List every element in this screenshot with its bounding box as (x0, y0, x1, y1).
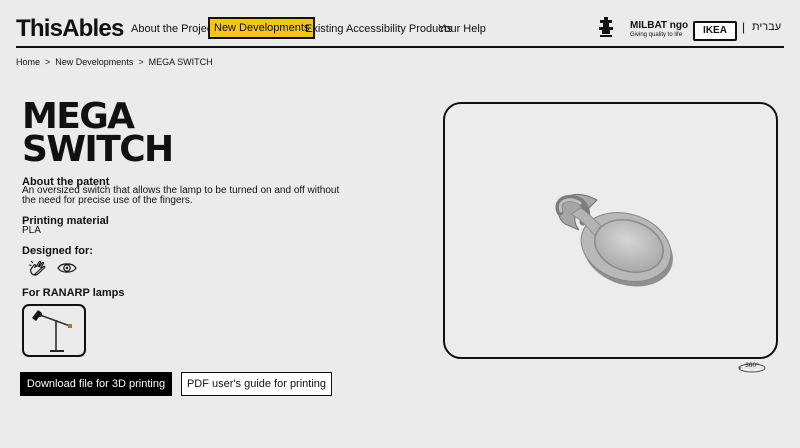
nav-your-help[interactable]: Your Help (438, 19, 486, 39)
partner-ikea-logo[interactable]: IKEA (693, 21, 737, 41)
site-logo[interactable]: ThisAbles (16, 14, 124, 44)
header-divider (16, 46, 784, 48)
site-header: ThisAbles About the Project New Developm… (0, 0, 800, 48)
designed-for-heading: Designed for: (22, 245, 93, 257)
milbat-tagline: Giving quality to life (630, 32, 683, 38)
partner-milbat-logo[interactable]: MILBAT ngo Giving quality to life (630, 20, 688, 39)
breadcrumb-new-developments[interactable]: New Developments (55, 57, 133, 67)
breadcrumb: Home > New Developments > MEGA SWITCH (16, 55, 213, 69)
lamp-thumbnail-card[interactable] (22, 304, 86, 357)
breadcrumb-separator: > (138, 57, 144, 67)
pdf-guide-button[interactable]: PDF user's guide for printing (181, 372, 332, 396)
model-viewer[interactable] (443, 102, 778, 359)
rotate-360-label: 360° (745, 361, 759, 369)
partner-emblem-logo[interactable] (598, 17, 614, 39)
breadcrumb-current: MEGA SWITCH (148, 57, 213, 67)
header-separator: | (742, 20, 746, 34)
lamp-model-heading: For RANARP lamps (22, 287, 125, 299)
download-3d-file-button[interactable]: Download file for 3D printing (20, 372, 172, 396)
emblem-icon (599, 17, 613, 37)
about-text: An oversized switch that allows the lamp… (22, 185, 340, 206)
nav-new-developments[interactable]: New Developments (208, 17, 316, 39)
ranarp-lamp-icon (32, 310, 72, 352)
hand-icon (28, 260, 46, 276)
language-switch[interactable]: עברית (752, 21, 781, 33)
breadcrumb-home[interactable]: Home (16, 57, 40, 67)
rotate-360-icon[interactable]: 360° (737, 360, 767, 374)
switch-3d-model (555, 193, 673, 287)
material-value: PLA (22, 225, 41, 236)
breadcrumb-separator: > (45, 57, 51, 67)
nav-about-the-project[interactable]: About the Project (131, 19, 215, 39)
eye-icon (57, 263, 77, 273)
milbat-name: MILBAT ngo (630, 20, 689, 31)
nav-existing-accessibility-products[interactable]: Existing Accessibility Products (305, 19, 452, 39)
page-title: MEGA SWITCH (22, 96, 174, 170)
